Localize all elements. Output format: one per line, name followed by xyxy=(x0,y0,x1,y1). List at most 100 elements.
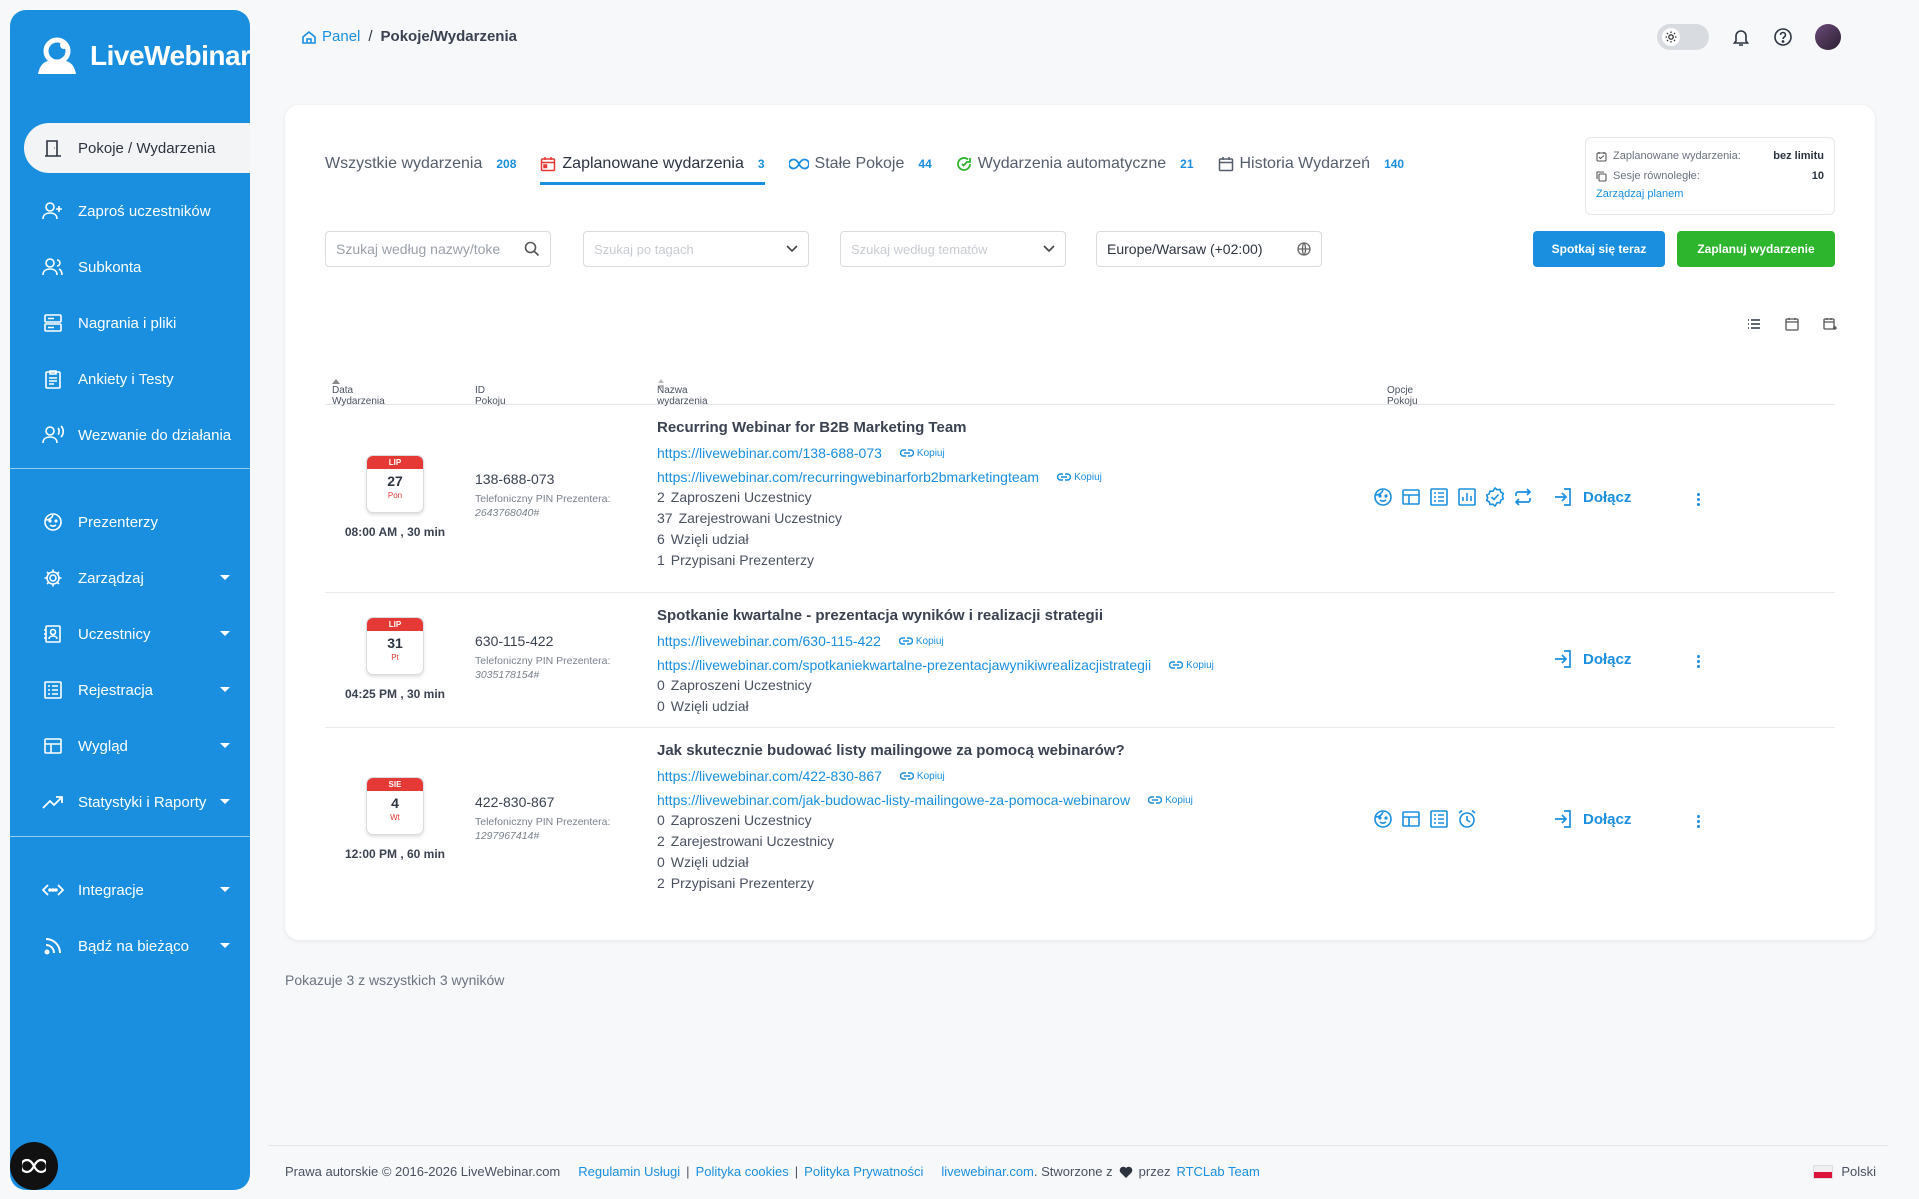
more-options-icon[interactable] xyxy=(1697,813,1703,830)
bell-icon[interactable] xyxy=(1731,27,1751,47)
layout-icon[interactable] xyxy=(1401,487,1421,507)
avatar[interactable] xyxy=(1815,24,1841,50)
schedule-event-button[interactable]: Zaplanuj wydarzenie xyxy=(1677,231,1835,267)
event-long-link[interactable]: https://livewebinar.com/recurringwebinar… xyxy=(657,469,1039,485)
copy-button[interactable]: Kopiuj xyxy=(898,636,944,647)
presenter-icon[interactable] xyxy=(1373,809,1393,829)
sidebar-item-subaccounts[interactable]: Subkonta xyxy=(10,242,250,292)
event-title[interactable]: Jak skutecznie budować listy mailingowe … xyxy=(657,742,1193,764)
join-button[interactable]: Dołącz xyxy=(1553,487,1631,507)
date-badge: LIP 31 Pt xyxy=(366,617,424,675)
sidebar-item-manage[interactable]: Zarządzaj xyxy=(10,553,250,603)
event-title[interactable]: Recurring Webinar for B2B Marketing Team xyxy=(657,419,1102,441)
calendar-view-icon[interactable] xyxy=(1785,317,1799,331)
sidebar: LiveWebinar Pokoje / Wydarzenia Zaproś u… xyxy=(10,10,251,1190)
tab-all-events[interactable]: Wszystkie wydarzenia 208 xyxy=(325,147,516,181)
sidebar-item-registration[interactable]: Rejestracja xyxy=(10,665,250,715)
sidebar-item-appearance[interactable]: Wygląd xyxy=(10,721,250,771)
sidebar-item-rooms[interactable]: Pokoje / Wydarzenia xyxy=(24,123,250,173)
meet-now-button[interactable]: Spotkaj się teraz xyxy=(1533,231,1665,267)
footer-site-link[interactable]: livewebinar.com xyxy=(941,1164,1034,1179)
more-options-icon[interactable] xyxy=(1697,653,1703,670)
sidebar-item-surveys[interactable]: Ankiety i Testy xyxy=(10,354,250,404)
tab-event-history[interactable]: Historia Wydarzeń 140 xyxy=(1218,147,1404,181)
copy-button[interactable]: Kopiuj xyxy=(1169,660,1214,671)
join-button[interactable]: Dołącz xyxy=(1553,649,1631,669)
event-details: Jak skutecznie budować listy mailingowe … xyxy=(657,742,1193,896)
sidebar-item-participants[interactable]: Uczestnicy xyxy=(10,609,250,659)
header-name-label: Nazwa wydarzenia xyxy=(657,385,708,407)
chevron-down-icon xyxy=(220,631,230,636)
footer-terms-link[interactable]: Regulamin Usługi xyxy=(578,1164,680,1179)
stat-label: Wzięli udział xyxy=(670,698,749,714)
sidebar-item-invite[interactable]: Zaproś uczestników xyxy=(10,186,250,236)
footer-team-link[interactable]: RTCLab Team xyxy=(1176,1164,1259,1179)
header-name[interactable]: Nazwa wydarzenia xyxy=(657,379,708,407)
sidebar-item-recordings[interactable]: Nagrania i pliki xyxy=(10,298,250,348)
help-icon[interactable] xyxy=(1773,27,1793,47)
room-options xyxy=(1373,487,1533,507)
repeat-icon[interactable] xyxy=(1513,487,1533,507)
plan-sessions-value: 10 xyxy=(1811,170,1824,182)
breadcrumb-home[interactable]: Panel xyxy=(302,28,360,45)
stat-number: 6 xyxy=(657,531,665,547)
stat-invited: 0 Zaproszeni Uczestnicy xyxy=(657,677,1214,698)
link-icon xyxy=(899,772,914,780)
presenter-icon[interactable] xyxy=(1373,487,1393,507)
theme-toggle[interactable] xyxy=(1657,24,1709,50)
brand-logo[interactable]: LiveWebinar xyxy=(34,36,251,76)
sidebar-item-stats[interactable]: Statystyki i Raporty xyxy=(10,777,250,827)
pin-label: Telefoniczny PIN Prezentera: xyxy=(475,816,611,828)
event-long-link[interactable]: https://livewebinar.com/jak-budowac-list… xyxy=(657,792,1130,808)
clipboard-icon xyxy=(42,368,64,390)
header-date[interactable]: Data Wydarzenia xyxy=(332,379,385,407)
alarm-icon[interactable] xyxy=(1457,809,1477,829)
sidebar-item-integrations[interactable]: Integracje xyxy=(10,865,250,915)
stat-number: 2 xyxy=(657,489,665,505)
timezone-select[interactable]: Europe/Warsaw (+02:00) xyxy=(1096,231,1322,267)
stat-invited: 0 Zaproszeni Uczestnicy xyxy=(657,812,1193,833)
footer-cookies-link[interactable]: Polityka cookies xyxy=(696,1164,789,1179)
chat-support-button[interactable] xyxy=(10,1142,58,1190)
rss-icon xyxy=(42,935,64,957)
search-input[interactable]: Szukaj według nazwy/toke xyxy=(325,231,551,267)
tab-permanent-rooms[interactable]: Stałe Pokoje 44 xyxy=(788,147,932,181)
sidebar-item-presenters[interactable]: Prezenterzy xyxy=(10,497,250,547)
copy-button[interactable]: Kopiuj xyxy=(1057,472,1102,483)
event-long-link[interactable]: https://livewebinar.com/spotkaniekwartal… xyxy=(657,657,1151,673)
registration-icon[interactable] xyxy=(1429,487,1449,507)
event-title[interactable]: Spotkanie kwartalne - prezentacja wynikó… xyxy=(657,607,1214,629)
heart-icon xyxy=(1119,1166,1132,1178)
tab-automated-events[interactable]: Wydarzenia automatyczne 21 xyxy=(956,147,1194,181)
more-options-icon[interactable] xyxy=(1697,491,1703,508)
stats-icon[interactable] xyxy=(1457,487,1477,507)
event-details: Recurring Webinar for B2B Marketing Team… xyxy=(657,419,1102,573)
manage-plan-link[interactable]: Zarządzaj planem xyxy=(1596,188,1824,200)
verified-icon[interactable] xyxy=(1485,487,1505,507)
event-short-link[interactable]: https://livewebinar.com/630-115-422 xyxy=(657,633,881,649)
breadcrumb-home-label: Panel xyxy=(322,28,361,45)
chevron-down-icon xyxy=(220,687,230,692)
join-button[interactable]: Dołącz xyxy=(1553,809,1631,829)
stat-attended: 6 Wzięli udział xyxy=(657,531,1102,552)
calendar-add-icon[interactable] xyxy=(1823,317,1837,331)
registration-icon[interactable] xyxy=(1429,809,1449,829)
sidebar-item-cta[interactable]: Wezwanie do działania xyxy=(10,410,250,460)
tab-label: Zaplanowane wydarzenia xyxy=(562,155,744,172)
tab-scheduled-events[interactable]: Zaplanowane wydarzenia 3 xyxy=(540,147,765,185)
chevron-down-icon xyxy=(220,575,230,580)
event-short-link[interactable]: https://livewebinar.com/422-830-867 xyxy=(657,768,882,784)
language-selector[interactable]: Polski xyxy=(1813,1164,1876,1179)
event-short-link[interactable]: https://livewebinar.com/138-688-073 xyxy=(657,445,882,461)
tags-select[interactable]: Szukaj po tagach xyxy=(583,231,809,267)
layout-icon[interactable] xyxy=(1401,809,1421,829)
copy-button[interactable]: Kopiuj xyxy=(899,448,945,459)
topics-select[interactable]: Szukaj według tematów xyxy=(840,231,1066,267)
footer-privacy-link[interactable]: Polityka Prywatności xyxy=(804,1164,923,1179)
copy-button[interactable]: Kopiuj xyxy=(899,771,945,782)
sidebar-item-updates[interactable]: Bądź na bieżąco xyxy=(10,921,250,971)
stat-label: Wzięli udział xyxy=(670,854,749,870)
brand-name: LiveWebinar xyxy=(90,40,251,71)
copy-button[interactable]: Kopiuj xyxy=(1148,795,1193,806)
list-view-icon[interactable] xyxy=(1747,317,1761,331)
